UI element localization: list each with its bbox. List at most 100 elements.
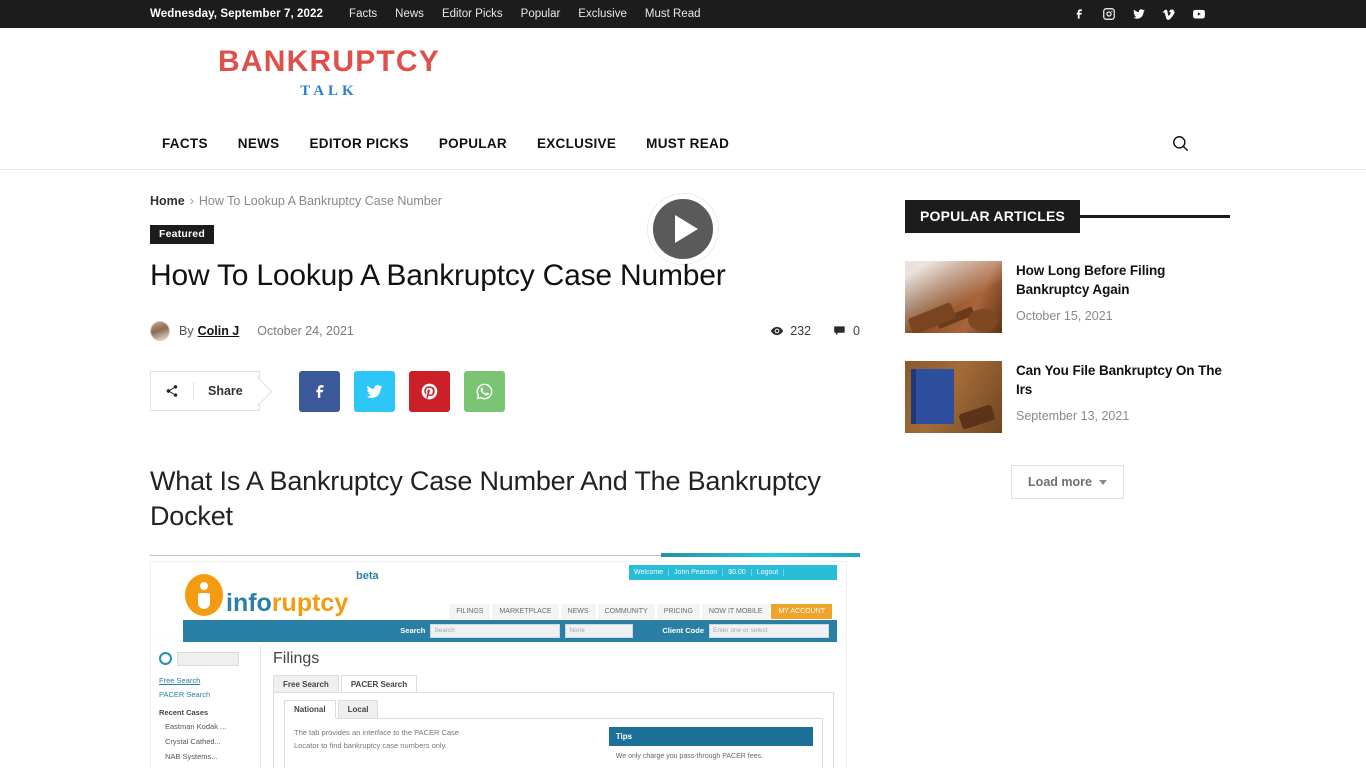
list-item-title[interactable]: Can You File Bankruptcy On The Irs (1016, 361, 1230, 399)
facebook-icon (316, 384, 324, 398)
video-nav-filings: FILINGS (449, 603, 491, 619)
nav-item-exclusive[interactable]: EXCLUSIVE (537, 136, 616, 151)
popular-articles-header: POPULAR ARTICLES (905, 200, 1230, 233)
nav-items: FACTS NEWS EDITOR PICKS POPULAR EXCLUSIV… (162, 136, 729, 151)
view-count-value: 232 (790, 323, 812, 338)
article-thumbnail[interactable] (905, 361, 1002, 433)
featured-badge-row: Featured (150, 224, 860, 244)
video-desc-col: The tab provides an interface to the PAC… (294, 727, 609, 768)
logo-main-text: BANKRUPTCY (218, 44, 440, 78)
topbar-link-facts[interactable]: Facts (349, 8, 377, 20)
vimeo-icon[interactable] (1162, 7, 1176, 21)
top-bar: Wednesday, September 7, 2022 Facts News … (0, 0, 1366, 28)
nav-item-facts[interactable]: FACTS (162, 136, 208, 151)
video-nav-marketplace: MARKETPLACE (492, 603, 559, 619)
video-main-panel: Filings Free Search PACER Search Nationa… (261, 646, 846, 768)
facebook-icon[interactable] (1072, 7, 1086, 21)
share-twitter-button[interactable] (353, 370, 395, 412)
instagram-icon[interactable] (1102, 7, 1116, 21)
video-side-free-search: Free Search (159, 675, 201, 685)
section-heading: What Is A Bankruptcy Case Number And The… (150, 465, 821, 531)
eye-icon (771, 326, 784, 335)
video-beta-label: beta (356, 569, 379, 582)
twitter-icon (366, 384, 383, 398)
video-subtab-local: Local (337, 699, 379, 719)
play-icon[interactable] (648, 194, 718, 264)
play-triangle (674, 215, 698, 243)
video-brand-b: ruptcy (271, 588, 349, 617)
topbar-link-must-read[interactable]: Must Read (645, 8, 701, 20)
video-tab-free-search: Free Search (273, 674, 339, 693)
comment-count-value: 0 (853, 323, 860, 338)
nav-item-popular[interactable]: POPULAR (439, 136, 507, 151)
section-divider (150, 552, 860, 557)
video-nav-mobile: NOW IT MOBILE (701, 603, 770, 619)
twitter-icon[interactable] (1132, 7, 1146, 21)
video-nav-news: NEWS (560, 603, 596, 619)
topbar-link-editor-picks[interactable]: Editor Picks (442, 8, 503, 20)
whatsapp-icon (476, 383, 493, 400)
site-logo[interactable]: BANKRUPTCY TALK (218, 44, 440, 100)
publish-date: October 24, 2021 (257, 323, 354, 338)
nav-item-news[interactable]: NEWS (238, 136, 280, 151)
youtube-icon[interactable] (1192, 7, 1206, 21)
video-brand-a: info (226, 588, 272, 617)
social-share-buttons (298, 370, 505, 412)
topbar-link-popular[interactable]: Popular (521, 8, 561, 20)
video-tips-panel: Tips We only charge you pass-through PAC… (608, 726, 813, 768)
list-item-title[interactable]: How Long Before Filing Bankruptcy Again (1016, 261, 1230, 299)
breadcrumb: Home › How To Lookup A Bankruptcy Case Num… (150, 194, 860, 208)
pinterest-icon (421, 383, 438, 400)
breadcrumb-separator: › (189, 194, 194, 208)
video-description: The tab provides an interface to the PAC… (294, 727, 459, 750)
article-thumbnail[interactable] (905, 261, 1002, 333)
video-nav-pricing: PRICING (656, 603, 700, 619)
video-recent-case-0: Eastman Kodak ... (165, 721, 227, 731)
view-count: 232 (770, 324, 811, 338)
article-content: Home › How To Lookup A Bankruptcy Case Num… (150, 170, 860, 768)
video-side-pacer-search: PACER Search (159, 689, 211, 699)
video-brand-logo: inforuptcy (185, 573, 349, 617)
video-client-code-label: Client Code (662, 626, 704, 636)
load-more-label: Load more (1028, 475, 1092, 489)
video-tips-title: Tips (608, 726, 813, 746)
nav-item-editor-picks[interactable]: EDITOR PICKS (309, 136, 408, 151)
share-button[interactable]: Share (150, 371, 260, 412)
list-item[interactable]: How Long Before Filing Bankruptcy Again … (905, 261, 1230, 333)
share-whatsapp-button[interactable] (463, 370, 505, 412)
search-icon[interactable] (1171, 134, 1190, 153)
author-name[interactable]: Colin J (198, 324, 240, 338)
chevron-down-icon (1098, 479, 1107, 485)
video-recent-cases-label: Recent Cases (159, 707, 209, 717)
status-badge[interactable]: Featured (150, 225, 214, 244)
video-subtabs: National Local (284, 699, 823, 719)
topbar-link-news[interactable]: News (395, 8, 424, 20)
load-more-button[interactable]: Load more (1011, 465, 1124, 499)
video-welcome-bar: Welcome John Pearson $0.00 Logout (629, 564, 837, 580)
article-stats: 232 0 (770, 324, 860, 338)
divider-gray (150, 554, 661, 556)
share-pinterest-button[interactable] (408, 370, 450, 412)
breadcrumb-home[interactable]: Home (150, 194, 185, 208)
by-label: By (179, 323, 194, 338)
list-item[interactable]: Can You File Bankruptcy On The Irs Septe… (905, 361, 1230, 433)
share-divider (193, 382, 194, 401)
share-facebook-button[interactable] (298, 370, 340, 412)
video-search-bar: Search Search None Client Code Enter one… (183, 619, 837, 642)
video-nav-my-account: MY ACCOUNT (771, 603, 832, 619)
comment-count: 0 (833, 324, 860, 338)
video-scope-select: None (565, 623, 634, 638)
video-subpanel: The tab provides an interface to the PAC… (284, 717, 823, 768)
nav-item-must-read[interactable]: MUST READ (646, 136, 729, 151)
list-item-date: October 15, 2021 (1016, 309, 1113, 324)
video-embed[interactable]: Welcome John Pearson $0.00 Logout inforu… (150, 560, 847, 768)
video-recent-case-2: NAB Systems... (165, 751, 218, 761)
video-thumb-header: Welcome John Pearson $0.00 Logout inforu… (151, 561, 846, 642)
top-bar-links: Facts News Editor Picks Popular Exclusiv… (349, 8, 700, 20)
video-sidebar: Free Search PACER Search Recent Cases Ea… (151, 645, 261, 768)
video-welcome-2: $0.00 (723, 568, 752, 576)
topbar-link-exclusive[interactable]: Exclusive (578, 8, 627, 20)
site-header: BANKRUPTCY TALK (0, 28, 1366, 118)
popular-articles-title: POPULAR ARTICLES (905, 200, 1081, 233)
main-navigation: FACTS NEWS EDITOR PICKS POPULAR EXCLUSIV… (0, 118, 1366, 170)
